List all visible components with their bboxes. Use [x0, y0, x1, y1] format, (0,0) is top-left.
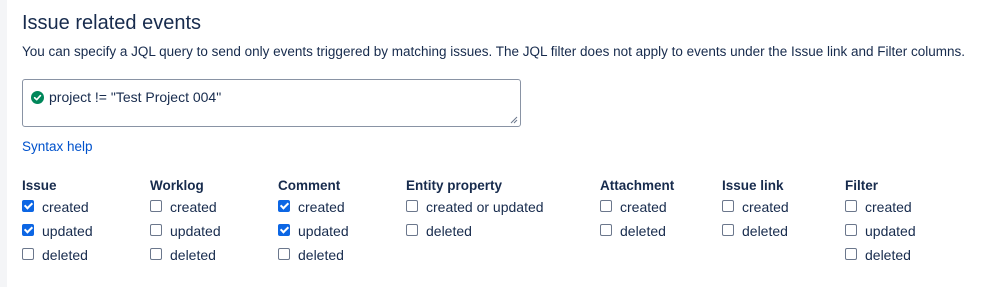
option-label: created [742, 199, 789, 215]
option-label: created [620, 199, 667, 215]
checkbox-unchecked[interactable] [406, 200, 418, 212]
checkbox-unchecked[interactable] [150, 248, 162, 260]
syntax-help-link[interactable]: Syntax help [22, 139, 93, 154]
event-option[interactable]: deleted [845, 243, 911, 267]
event-column: Attachment created deleted [600, 177, 674, 243]
option-label: deleted [170, 247, 216, 263]
option-label: created [170, 199, 217, 215]
option-label: deleted [865, 247, 911, 263]
event-option[interactable]: updated [150, 219, 221, 243]
checkbox-unchecked[interactable] [278, 248, 290, 260]
section-title: Issue related events [22, 12, 201, 34]
event-option[interactable]: updated [22, 219, 93, 243]
checkbox-unchecked[interactable] [722, 200, 734, 212]
event-column: Filter created updated deleted [845, 177, 916, 267]
option-label: deleted [620, 223, 666, 239]
column-heading: Entity property [406, 178, 503, 193]
jql-textarea[interactable]: project != "Test Project 004" [22, 79, 521, 127]
option-label: updated [170, 223, 221, 239]
event-column: Worklog created updated deleted [150, 177, 221, 267]
option-label: created or updated [426, 199, 544, 215]
left-gutter [0, 0, 7, 287]
section-description: You can specify a JQL query to send only… [22, 44, 966, 59]
event-option[interactable]: created [22, 195, 89, 219]
checkbox-unchecked[interactable] [150, 224, 162, 236]
event-option[interactable]: deleted [406, 219, 502, 243]
checkbox-unchecked[interactable] [600, 200, 612, 212]
checkbox-unchecked[interactable] [722, 224, 734, 236]
event-option[interactable]: created [150, 195, 217, 219]
event-option[interactable]: deleted [278, 243, 344, 267]
option-label: deleted [742, 223, 788, 239]
column-heading: Issue link [722, 178, 784, 193]
checkbox-checked[interactable] [22, 200, 34, 212]
column-heading: Worklog [150, 178, 204, 193]
jql-query-text: project != "Test Project 004" [49, 89, 222, 105]
issue-events-section: Issue related events You can specify a J… [22, 0, 999, 287]
checkbox-unchecked[interactable] [150, 200, 162, 212]
option-label: updated [865, 223, 916, 239]
event-option[interactable]: deleted [22, 243, 88, 267]
checkbox-unchecked[interactable] [600, 224, 612, 236]
checkbox-unchecked[interactable] [22, 248, 34, 260]
checkbox-unchecked[interactable] [406, 224, 418, 236]
event-option[interactable]: created [722, 195, 789, 219]
event-option[interactable]: created or updated [406, 195, 544, 219]
option-label: updated [298, 223, 349, 239]
event-option[interactable]: created [845, 195, 912, 219]
event-option[interactable]: created [600, 195, 674, 219]
event-column: Issue created updated deleted [22, 177, 93, 267]
checkbox-unchecked[interactable] [845, 224, 857, 236]
event-option[interactable]: updated [278, 219, 349, 243]
column-heading: Issue [22, 178, 57, 193]
checkbox-checked[interactable] [278, 200, 290, 212]
option-label: deleted [426, 223, 472, 239]
column-heading: Filter [845, 178, 879, 193]
event-option[interactable]: updated [845, 219, 916, 243]
option-label: created [42, 199, 89, 215]
option-label: created [865, 199, 912, 215]
event-column: Entity property created or updated deleted [406, 177, 544, 243]
event-option[interactable]: created [278, 195, 345, 219]
column-heading: Attachment [600, 178, 675, 193]
event-option[interactable]: deleted [722, 219, 788, 243]
event-column: Issue link created deleted [722, 177, 789, 243]
checkbox-unchecked[interactable] [845, 200, 857, 212]
checkbox-checked[interactable] [278, 224, 290, 236]
option-label: deleted [298, 247, 344, 263]
option-label: deleted [42, 247, 88, 263]
event-option[interactable]: deleted [150, 243, 216, 267]
check-circle-icon [31, 91, 44, 104]
event-column: Comment created updated deleted [278, 177, 349, 267]
checkbox-unchecked[interactable] [845, 248, 857, 260]
option-label: updated [42, 223, 93, 239]
resize-handle-icon[interactable] [510, 116, 518, 124]
column-heading: Comment [278, 178, 341, 193]
option-label: created [298, 199, 345, 215]
checkbox-checked[interactable] [22, 224, 34, 236]
event-option[interactable]: deleted [600, 219, 674, 243]
